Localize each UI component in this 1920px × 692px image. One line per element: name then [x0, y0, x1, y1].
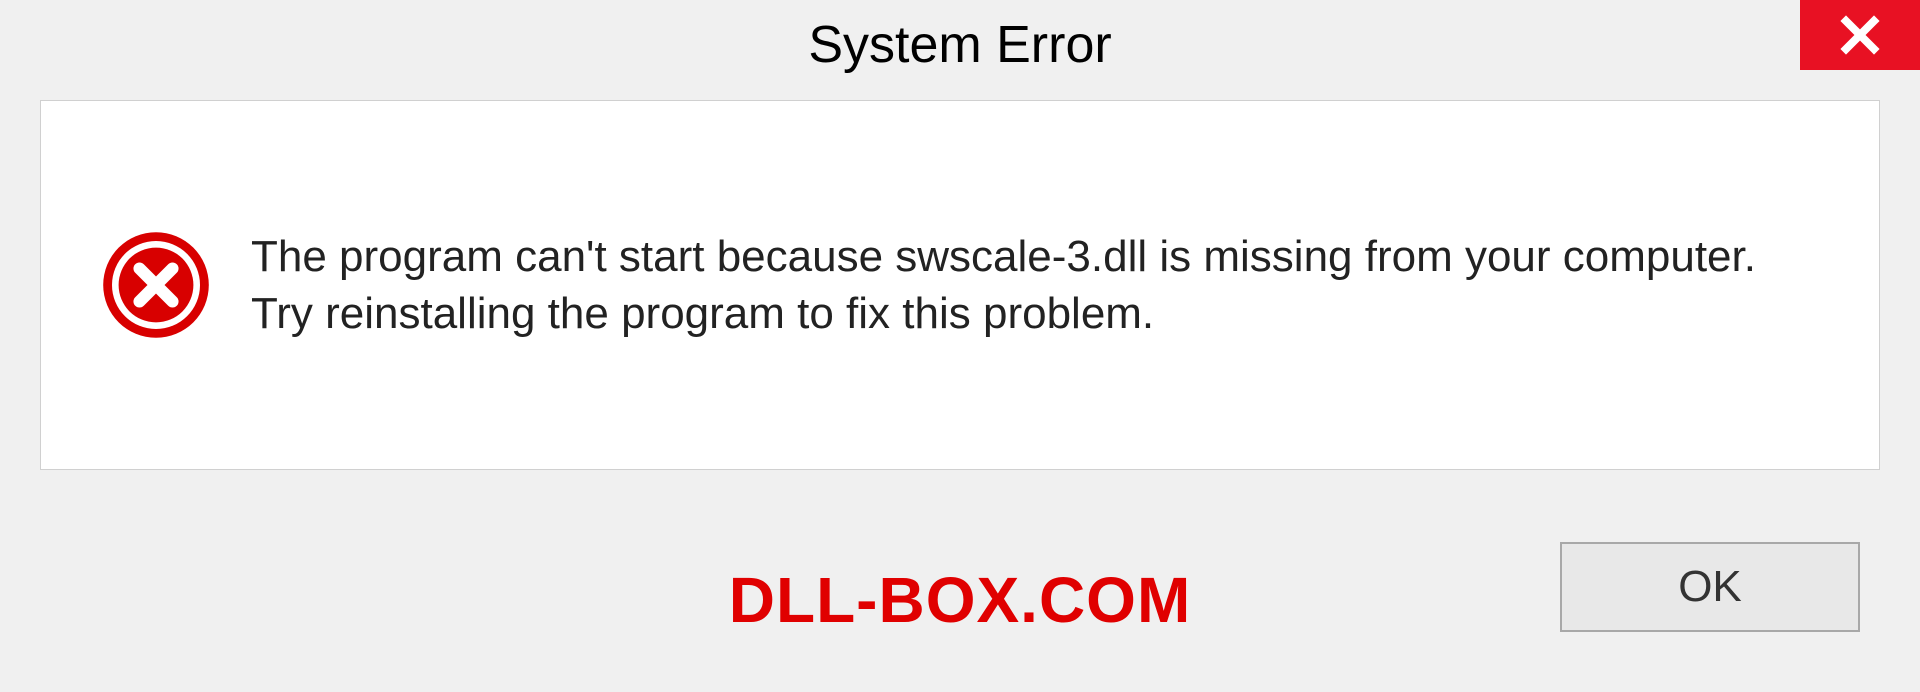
- error-icon: [101, 230, 211, 340]
- error-message: The program can't start because swscale-…: [251, 228, 1819, 342]
- dialog-title: System Error: [808, 15, 1111, 75]
- watermark-text: DLL-BOX.COM: [729, 563, 1192, 637]
- ok-button[interactable]: OK: [1560, 542, 1860, 632]
- content-panel: The program can't start because swscale-…: [40, 100, 1880, 470]
- close-button[interactable]: [1800, 0, 1920, 70]
- close-icon: [1839, 14, 1881, 56]
- ok-button-label: OK: [1678, 562, 1742, 612]
- titlebar: System Error: [0, 0, 1920, 90]
- footer: DLL-BOX.COM OK: [0, 512, 1920, 692]
